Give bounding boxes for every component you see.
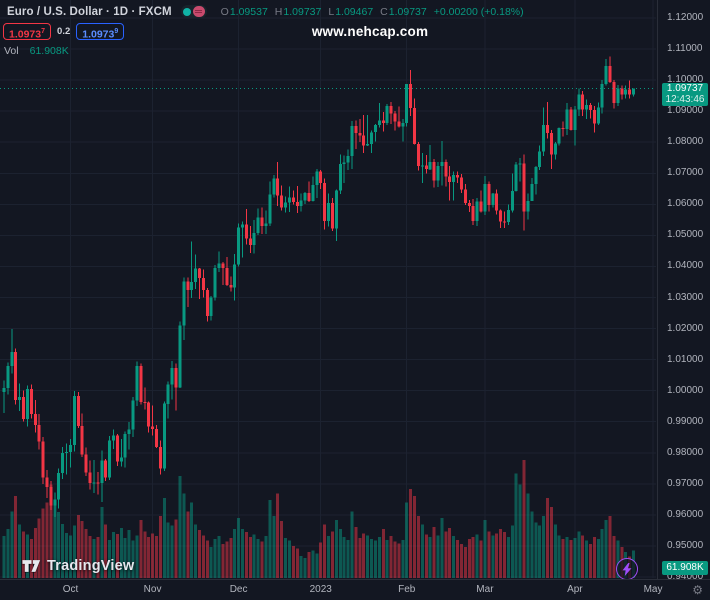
legend-menu-icon <box>193 6 205 17</box>
price-tick-label: 0.99000 <box>667 416 703 427</box>
symbol-legend: Euro / U.S. Dollar · 1D · FXCM O 1.09537… <box>7 4 524 19</box>
ohlc-values: O 1.09537 H 1.09737 L 1.09467 C 1.09737 … <box>221 6 524 18</box>
price-tick-label: 0.96000 <box>667 509 703 520</box>
sell-button[interactable]: 1.09737 <box>3 23 51 40</box>
market-status-toggle[interactable] <box>181 5 207 18</box>
low-value: 1.09467 <box>335 6 373 18</box>
market-open-dot-icon <box>183 8 191 16</box>
time-tick-label: Mar <box>476 584 493 595</box>
time-tick-label: May <box>644 584 663 595</box>
price-tick-label: 1.04000 <box>667 260 703 271</box>
price-tick-label: 1.12000 <box>667 12 703 23</box>
time-tick-label: 2023 <box>310 584 332 595</box>
spread-value: 0.2 <box>57 26 70 37</box>
time-tick-label: Nov <box>144 584 162 595</box>
volume-label: Vol <box>4 45 19 57</box>
current-price-value: 1.09737 <box>662 84 708 95</box>
boost-lightning-button[interactable] <box>616 558 638 580</box>
time-axis[interactable]: ⚙ Oct Nov Dec 2023 Feb Mar Apr May <box>0 579 710 600</box>
price-tick-label: 1.07000 <box>667 167 703 178</box>
bar-countdown: 12:43:46 <box>662 95 708 106</box>
price-tick-label: 0.95000 <box>667 540 703 551</box>
price-tick-label: 1.00000 <box>667 385 703 396</box>
lightning-icon <box>622 563 632 576</box>
volume-legend: Vol 61.908K <box>4 45 69 57</box>
price-tick-label: 1.11000 <box>667 43 702 54</box>
candlestick-chart[interactable] <box>0 0 710 600</box>
close-value: 1.09737 <box>389 6 427 18</box>
time-tick-label: Dec <box>230 584 248 595</box>
time-tick-label: Feb <box>398 584 415 595</box>
price-tick-label: 1.05000 <box>667 229 703 240</box>
price-tick-label: 1.08000 <box>667 136 703 147</box>
price-tick-label: 1.01000 <box>667 354 703 365</box>
price-tick-label: 1.03000 <box>667 292 703 303</box>
current-price-label: 1.09737 12:43:46 <box>662 83 708 106</box>
tradingview-logo-icon <box>22 559 41 573</box>
current-volume-label: 61.908K <box>662 561 708 575</box>
volume-value: 61.908K <box>30 45 69 57</box>
tradingview-logo[interactable]: TradingView <box>22 558 134 574</box>
price-tick-label: 0.97000 <box>667 478 703 489</box>
close-label: C <box>380 6 388 18</box>
high-label: H <box>275 6 283 18</box>
price-tick-label: 1.09000 <box>667 105 703 116</box>
price-tick-label: 1.02000 <box>667 323 703 334</box>
change-value: +0.00200 (+0.18%) <box>434 6 524 18</box>
tradingview-logo-text: TradingView <box>47 558 134 574</box>
watermark-text: www.nehcap.com <box>312 24 428 39</box>
time-tick-label: Apr <box>567 584 583 595</box>
high-value: 1.09737 <box>283 6 321 18</box>
open-value: 1.09537 <box>230 6 268 18</box>
low-label: L <box>328 6 334 18</box>
time-tick-label: Oct <box>63 584 79 595</box>
axis-settings-gear-icon[interactable]: ⚙ <box>692 583 703 597</box>
symbol-title[interactable]: Euro / U.S. Dollar · 1D · FXCM <box>7 6 172 18</box>
bid-ask-row: 1.09737 0.2 1.09739 <box>3 23 124 40</box>
open-label: O <box>221 6 229 18</box>
price-tick-label: 0.98000 <box>667 447 703 458</box>
price-tick-label: 1.06000 <box>667 198 703 209</box>
buy-button[interactable]: 1.09739 <box>76 23 124 40</box>
tradingview-chart-window: www.nehcap.com Euro / U.S. Dollar · 1D ·… <box>0 0 710 600</box>
